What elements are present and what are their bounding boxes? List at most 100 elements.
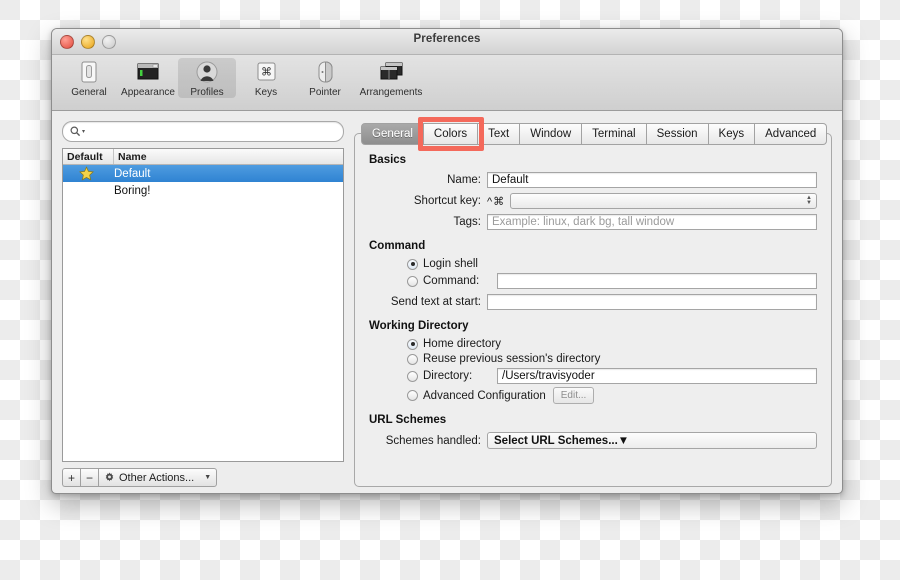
- shortcut-key-label: Shortcut key:: [413, 195, 481, 207]
- tags-label: Tags:: [453, 216, 482, 228]
- toolbar-label-pointer: Pointer: [309, 87, 341, 98]
- stepper-icon: ▲ ▼: [806, 195, 812, 206]
- other-actions-button[interactable]: Other Actions... ▼: [98, 468, 218, 487]
- advanced-configuration-row: Advanced Configuration Edit...: [369, 387, 817, 404]
- directory-field[interactable]: /Users/travisyoder: [497, 368, 817, 384]
- tab-content-box: General Colors Text Window Terminal Sess…: [354, 123, 832, 487]
- profile-search-field[interactable]: ▾: [62, 121, 344, 142]
- tab-advanced[interactable]: Advanced: [755, 123, 828, 145]
- preferences-toolbar: General Appearance Profiles ⌘ Keys Point…: [52, 55, 842, 111]
- search-input[interactable]: [88, 124, 336, 139]
- reuse-directory-row[interactable]: Reuse previous session's directory: [369, 353, 817, 365]
- schemes-handled-label: Schemes handled:: [385, 434, 481, 447]
- profile-name: Default: [114, 167, 151, 180]
- tags-row: Tags: Example: linux, dark bg, tall wind…: [369, 214, 817, 230]
- light-switch-icon: [81, 61, 97, 83]
- home-directory-row[interactable]: Home directory: [369, 338, 817, 350]
- profiles-list-header: Default Name: [63, 149, 343, 165]
- command-row: Command:: [369, 273, 817, 289]
- chevron-down-icon: ▼: [617, 434, 630, 447]
- schemes-handled-value: Select URL Schemes...: [494, 434, 618, 447]
- default-star-cell[interactable]: [63, 166, 109, 181]
- command-radio[interactable]: [407, 275, 418, 287]
- login-shell-label: Login shell: [423, 258, 478, 270]
- working-directory-heading: Working Directory: [369, 320, 469, 332]
- shortcut-key-row: Shortcut key: ^⌘ ▲ ▼: [369, 193, 817, 209]
- table-row[interactable]: Boring!: [63, 182, 343, 199]
- command-field[interactable]: [497, 273, 817, 289]
- column-header-name[interactable]: Name: [114, 149, 343, 164]
- command-heading: Command: [369, 240, 426, 252]
- toolbar-item-pointer[interactable]: Pointer: [296, 58, 354, 98]
- tab-session[interactable]: Session: [646, 123, 709, 145]
- url-schemes-section: URL Schemes Schemes handled: Select URL …: [369, 414, 817, 449]
- tab-colors[interactable]: Colors: [423, 123, 479, 145]
- window-titlebar: Preferences: [52, 29, 842, 55]
- add-profile-button[interactable]: +: [62, 468, 80, 487]
- advanced-configuration-radio[interactable]: [407, 390, 418, 401]
- toolbar-label-profiles: Profiles: [190, 87, 224, 98]
- toolbar-label-appearance: Appearance: [121, 87, 175, 98]
- stacked-windows-icon: [380, 62, 403, 80]
- tab-terminal[interactable]: Terminal: [582, 123, 647, 145]
- terminal-window-icon: [137, 63, 159, 80]
- table-row[interactable]: Default: [63, 165, 343, 182]
- toolbar-item-profiles[interactable]: Profiles: [178, 58, 236, 98]
- window-title: Preferences: [413, 33, 481, 45]
- advanced-configuration-label: Advanced Configuration: [423, 389, 546, 402]
- send-text-field[interactable]: [487, 294, 817, 310]
- tab-keys[interactable]: Keys: [708, 123, 756, 145]
- basics-heading: Basics: [369, 154, 407, 166]
- name-field[interactable]: Default: [487, 172, 817, 188]
- tab-window[interactable]: Window: [520, 123, 583, 145]
- toolbar-item-arrangements[interactable]: Arrangements: [355, 58, 427, 98]
- directory-radio[interactable]: [407, 370, 418, 382]
- command-label: Command:: [423, 275, 480, 287]
- tags-field[interactable]: Example: linux, dark bg, tall window: [487, 214, 817, 230]
- column-header-default[interactable]: Default: [63, 149, 114, 164]
- send-text-label: Send text at start:: [390, 296, 481, 308]
- toolbar-label-arrangements: Arrangements: [359, 87, 423, 98]
- profile-name: Boring!: [114, 184, 151, 197]
- tab-text[interactable]: Text: [478, 123, 521, 145]
- reuse-directory-radio[interactable]: [407, 353, 418, 365]
- shortcut-modifiers: ^⌘: [487, 195, 506, 208]
- other-actions-label: Other Actions...: [119, 471, 195, 484]
- toolbar-item-keys[interactable]: ⌘ Keys: [237, 58, 295, 98]
- tab-general[interactable]: General: [361, 123, 424, 145]
- preferences-body: ▾ Default Name Default Boring! + − Other…: [52, 111, 842, 493]
- search-chevron-icon[interactable]: ▾: [82, 128, 85, 135]
- edit-button[interactable]: Edit...: [552, 387, 595, 404]
- command-key-icon: ⌘: [257, 62, 276, 81]
- directory-row: Directory: /Users/travisyoder: [369, 368, 817, 384]
- general-settings-form: Basics Name: Default Shortcut key: ^⌘ ▲ ▼: [369, 154, 817, 454]
- profiles-list[interactable]: Default Name Default Boring!: [62, 148, 344, 462]
- chevron-down-icon: ▼: [204, 474, 212, 481]
- login-shell-radio[interactable]: [407, 258, 418, 270]
- working-directory-section: Working Directory Home directory Reuse p…: [369, 320, 817, 404]
- person-silhouette-icon: [196, 61, 218, 83]
- send-text-row: Send text at start:: [369, 294, 817, 310]
- star-icon: [78, 166, 94, 181]
- name-label: Name:: [447, 174, 481, 186]
- toolbar-label-keys: Keys: [254, 87, 278, 98]
- toolbar-item-appearance[interactable]: Appearance: [119, 58, 177, 98]
- search-icon: [70, 126, 81, 137]
- schemes-handled-select[interactable]: Select URL Schemes... ▼: [487, 432, 817, 449]
- tab-bar: General Colors Text Window Terminal Sess…: [361, 123, 828, 145]
- schemes-handled-row: Schemes handled: Select URL Schemes... ▼: [369, 432, 817, 449]
- name-row: Name: Default: [369, 172, 817, 188]
- mouse-icon: [318, 61, 333, 83]
- remove-profile-button[interactable]: −: [80, 468, 98, 487]
- home-directory-radio[interactable]: [407, 338, 418, 350]
- profiles-sidebar: ▾ Default Name Default Boring! + − Other…: [62, 121, 344, 487]
- directory-label: Directory:: [423, 370, 473, 382]
- gear-icon: [105, 472, 114, 482]
- toolbar-item-general[interactable]: General: [60, 58, 118, 98]
- profiles-list-toolbar: + − Other Actions... ▼: [62, 468, 344, 487]
- svg-text:⌘: ⌘: [261, 66, 272, 79]
- shortcut-key-select[interactable]: ▲ ▼: [510, 193, 817, 209]
- home-directory-label: Home directory: [423, 338, 501, 350]
- toolbar-label-general: General: [71, 87, 107, 98]
- login-shell-row[interactable]: Login shell: [369, 258, 817, 270]
